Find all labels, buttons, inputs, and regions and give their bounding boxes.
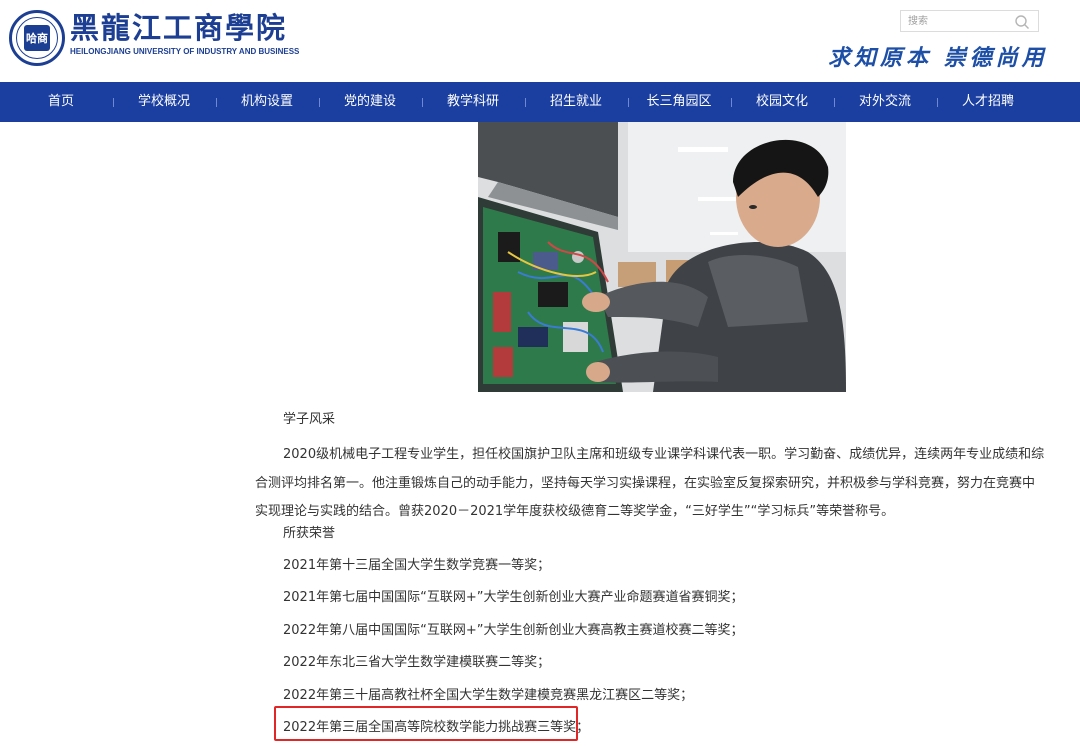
university-motto: 求知原本 崇德尚用 [828,45,1048,71]
honor-item-text: 2021年第十三届全国大学生数学竞赛一等奖； [283,558,551,573]
honor-item-text: 2022年第三十届高教社杯全国大学生数学建模竞赛黑龙江赛区二等奖； [283,688,694,703]
nav-item-4[interactable]: 党的建设 [320,82,420,122]
search-input[interactable] [901,11,1018,31]
honor-item: 2022年第八届中国国际“互联网+”大学生创新创业大赛高教主赛道校赛二等奖； [255,623,743,639]
honor-item: 2021年第十三届全国大学生数学竞赛一等奖； [255,558,550,574]
nav-item-2[interactable]: 学校概况 [114,82,214,122]
search-box [900,10,1039,32]
site-header: 哈商 黑龍江工商學院 HEILONGJIANG UNIVERSITY OF IN… [0,0,1080,82]
honor-item: 2022年第三十届高教社杯全国大学生数学建模竞赛黑龙江赛区二等奖； [255,688,693,704]
intro-paragraph: 2020级机械电子工程专业学生，担任校国旗护卫队主席和班级专业课学科课代表一职。… [255,447,1045,519]
honor-item: 2021年第七届中国国际“互联网+”大学生创新创业大赛产业命题赛道省赛铜奖； [255,590,743,606]
university-name-cn[interactable]: 黑龍江工商學院 [70,10,287,46]
main-nav: 首页 学校概况 机构设置 党的建设 教学科研 招生就业 长三角园区 校园文化 对外交流 人才招聘 [0,82,1080,122]
section-title-student-profile: 学子风采 [255,412,335,428]
nav-item-3[interactable]: 机构设置 [217,82,317,122]
section-title-honors: 所获荣誉 [255,526,335,542]
seal-ring [16,17,58,59]
nav-item-6[interactable]: 招生就业 [526,82,626,122]
honor-item: 2022年东北三省大学生数学建模联赛二等奖； [255,655,550,671]
search-icon[interactable] [1014,14,1030,30]
photo-illustration [478,122,846,392]
nav-item-10[interactable]: 人才招聘 [938,82,1038,122]
nav-item-9[interactable]: 对外交流 [835,82,935,122]
honor-item-text: 2021年第七届中国国际“互联网+”大学生创新创业大赛产业命题赛道省赛铜奖； [283,590,744,605]
honor-item-text: 2022年东北三省大学生数学建模联赛二等奖； [283,655,551,670]
university-name-en: HEILONGJIANG UNIVERSITY OF INDUSTRY AND … [70,47,300,56]
section-title-text: 学子风采 [283,412,336,427]
nav-item-5[interactable]: 教学科研 [423,82,523,122]
nav-item-7[interactable]: 长三角园区 [629,82,729,122]
honor-item-text: 2022年第八届中国国际“互联网+”大学生创新创业大赛高教主赛道校赛二等奖； [283,623,744,638]
nav-item-8[interactable]: 校园文化 [732,82,832,122]
highlight-annotation-box [274,706,578,741]
university-seal-logo[interactable]: 哈商 [9,10,65,66]
nav-item-1[interactable]: 首页 [11,82,111,122]
student-lab-photo [478,122,846,392]
section-title-text: 所获荣誉 [283,526,336,541]
